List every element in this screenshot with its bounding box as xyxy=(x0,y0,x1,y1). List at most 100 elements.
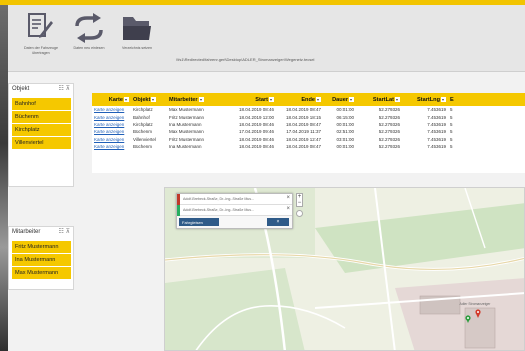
show-map-link[interactable]: Karte anzeigen xyxy=(92,106,131,113)
clear-filter-icon[interactable]: ⊼ xyxy=(66,86,70,92)
cell-ende: 18.04.2019 12:47 xyxy=(285,136,321,142)
slicer-header: Objekt ☷ ⊼ xyxy=(9,84,73,95)
show-map-link[interactable]: Karte anzeigen xyxy=(92,136,131,143)
column-header-objekt[interactable]: Objekt xyxy=(131,93,167,106)
cell-startlat: 52.279326 xyxy=(378,114,400,120)
cell-start: 17.04.2019 09:46 xyxy=(238,129,274,135)
upload-vehicle-data-label: Daten der Fahrzeuge übertragen xyxy=(24,46,58,55)
cell-startlat: 52.279326 xyxy=(378,144,400,150)
locate-button[interactable] xyxy=(296,210,303,217)
table-row: Karte anzeigen Büchenm Max Mustermann 17.04… xyxy=(92,128,525,135)
slicer-item-buechenm[interactable]: Büchenm xyxy=(12,111,71,123)
table-row: Karte anzeigen Bahnhof Fritz Mustermann 18.… xyxy=(92,113,525,120)
slicer-item-ina-mustermann[interactable]: Ina Mustermann xyxy=(12,254,71,266)
table-row: Karte anzeigen Kirchplatz Ina Mustermann 18… xyxy=(92,121,525,128)
sort-dropdown-icon[interactable] xyxy=(395,96,400,102)
cell-startlat: 52.279326 xyxy=(378,129,400,135)
set-directory-label: Verzeichnis setzen xyxy=(122,46,152,50)
show-map-link[interactable]: Karte anzeigen xyxy=(92,113,131,120)
column-header-startlat[interactable]: StartLat xyxy=(356,93,402,106)
cell-start: 18.04.2019 08:46 xyxy=(238,136,274,142)
slicer-item-bahnhof[interactable]: Bahnhof xyxy=(12,98,71,110)
cell-startlng: 7.453619 xyxy=(427,107,446,113)
travel-mode-select[interactable]: Fahrgleisen xyxy=(179,218,219,226)
table-row: Karte anzeigen Büchenm Ina Mustermann 18.04… xyxy=(92,143,525,150)
slicer-controls: ☷ ⊼ xyxy=(59,85,70,92)
table-header-row: Karte Objekt Mitarbeiter Start Ende Daue… xyxy=(92,93,525,106)
multiselect-icon[interactable]: ☷ xyxy=(59,86,64,92)
sort-dropdown-icon[interactable] xyxy=(441,96,446,102)
slicer-controls: ☷ ⊼ xyxy=(59,228,70,235)
sort-dropdown-icon[interactable] xyxy=(316,96,321,102)
cell-objekt: Kirchplatz xyxy=(133,107,153,113)
edit-document-icon xyxy=(28,13,53,38)
route-map[interactable]: Adolf-Brebeck-Straße, Dr.-Ing.-Straße Mu… xyxy=(164,187,525,351)
show-map-link[interactable]: Karte anzeigen xyxy=(92,121,131,128)
zoom-out-button[interactable]: − xyxy=(297,200,302,206)
column-header-label: StartLng xyxy=(417,96,440,103)
sort-dropdown-icon[interactable] xyxy=(269,96,274,102)
cell-objekt: Büchenm xyxy=(133,144,153,150)
set-directory-button[interactable]: Verzeichnis setzen xyxy=(114,13,160,51)
column-header-label: Ende xyxy=(301,96,315,103)
sort-dropdown-icon[interactable] xyxy=(349,96,354,102)
cell-objekt: Büchenm xyxy=(133,129,153,135)
cell-startlat: 52.279326 xyxy=(378,121,400,127)
cell-startlng: 7.453619 xyxy=(427,136,446,142)
cell-startlat: 52.279326 xyxy=(378,107,400,113)
table-row: Karte anzeigen Kirchplatz Max Mustermann 18… xyxy=(92,106,525,113)
sort-dropdown-icon[interactable] xyxy=(151,96,157,102)
route-color-marker xyxy=(177,194,180,205)
slicer-item-max-mustermann[interactable]: Max Mustermann xyxy=(12,267,71,279)
place-label: Adler Stromanzeiger xyxy=(459,302,491,306)
cell-dauer: 06:15:00 xyxy=(336,114,354,120)
route-entry[interactable]: Adolf-Brebeck-Straße, Dr.-Ing.-Straße Mu… xyxy=(177,205,292,216)
column-header-label: E xyxy=(450,96,454,103)
cell-dauer: 02:51:00 xyxy=(336,129,354,135)
show-map-link[interactable]: Karte anzeigen xyxy=(92,128,131,135)
table-row: Karte anzeigen Villenviertel Fritz Musterm… xyxy=(92,136,525,143)
clear-filter-icon[interactable]: ⊼ xyxy=(66,229,70,235)
column-header-start[interactable]: Start xyxy=(228,93,276,106)
close-route-button[interactable]: × xyxy=(267,218,289,226)
column-header-e[interactable]: E xyxy=(448,93,525,106)
reload-data-label: Daten neu einlesen xyxy=(73,46,105,50)
cell-startlng: 7.453619 xyxy=(427,129,446,135)
cell-dauer: 00:01:00 xyxy=(336,144,354,150)
upload-vehicle-data-button[interactable]: Daten der Fahrzeuge übertragen xyxy=(18,13,64,55)
column-header-ende[interactable]: Ende xyxy=(276,93,323,106)
mitarbeiter-slicer: Mitarbeiter ☷ ⊼ Fritz Mustermann Ina Mus… xyxy=(8,226,74,290)
reload-data-button[interactable]: Daten neu einlesen xyxy=(66,13,112,51)
slicer-item-kirchplatz[interactable]: Kirchplatz xyxy=(12,124,71,136)
route-description: Adolf-Brebeck-Straße, Dr.-Ing.-Straße Mu… xyxy=(183,208,255,212)
show-map-link[interactable]: Karte anzeigen xyxy=(92,143,131,150)
trips-table-container: Karte Objekt Mitarbeiter Start Ende Daue… xyxy=(92,93,525,173)
remove-waypoint-icon[interactable]: × xyxy=(286,195,290,201)
cell-dauer: 00:01:00 xyxy=(336,121,354,127)
cell-e: 5 xyxy=(450,129,453,135)
cell-mitarbeiter: Fritz Mustermann xyxy=(169,114,205,120)
trips-table: Karte Objekt Mitarbeiter Start Ende Daue… xyxy=(92,93,525,150)
cell-ende: 18.04.2019 08:47 xyxy=(285,121,321,127)
column-header-label: Start xyxy=(255,96,268,103)
folder-icon xyxy=(123,17,151,40)
cell-e: 5 xyxy=(450,114,453,120)
sort-dropdown-icon[interactable] xyxy=(124,96,129,102)
sort-dropdown-icon[interactable] xyxy=(198,96,204,102)
column-header-mitarbeiter[interactable]: Mitarbeiter xyxy=(167,93,228,106)
column-header-dauer[interactable]: Dauer xyxy=(323,93,356,106)
cell-e: 5 xyxy=(450,121,453,127)
cell-e: 5 xyxy=(450,136,453,142)
multiselect-icon[interactable]: ☷ xyxy=(59,229,64,235)
cell-mitarbeiter: Max Mustermann xyxy=(169,129,204,135)
slicer-item-villenviertel[interactable]: Villenviertel xyxy=(12,137,71,149)
toolbar: Daten der Fahrzeuge übertragen Daten neu… xyxy=(8,5,525,72)
column-header-karte[interactable]: Karte xyxy=(92,93,131,106)
route-panel: Adolf-Brebeck-Straße, Dr.-Ing.-Straße Mu… xyxy=(176,193,293,229)
column-header-startlng[interactable]: StartLng xyxy=(402,93,448,106)
remove-waypoint-icon[interactable]: × xyxy=(286,206,290,212)
cell-dauer: 00:01:00 xyxy=(336,107,354,113)
slicer-item-fritz-mustermann[interactable]: Fritz Mustermann xyxy=(12,241,71,253)
cell-ende: 18.04.2019 18:15 xyxy=(285,114,321,120)
route-entry[interactable]: Adolf-Brebeck-Straße, Dr.-Ing.-Straße Mu… xyxy=(177,194,292,205)
